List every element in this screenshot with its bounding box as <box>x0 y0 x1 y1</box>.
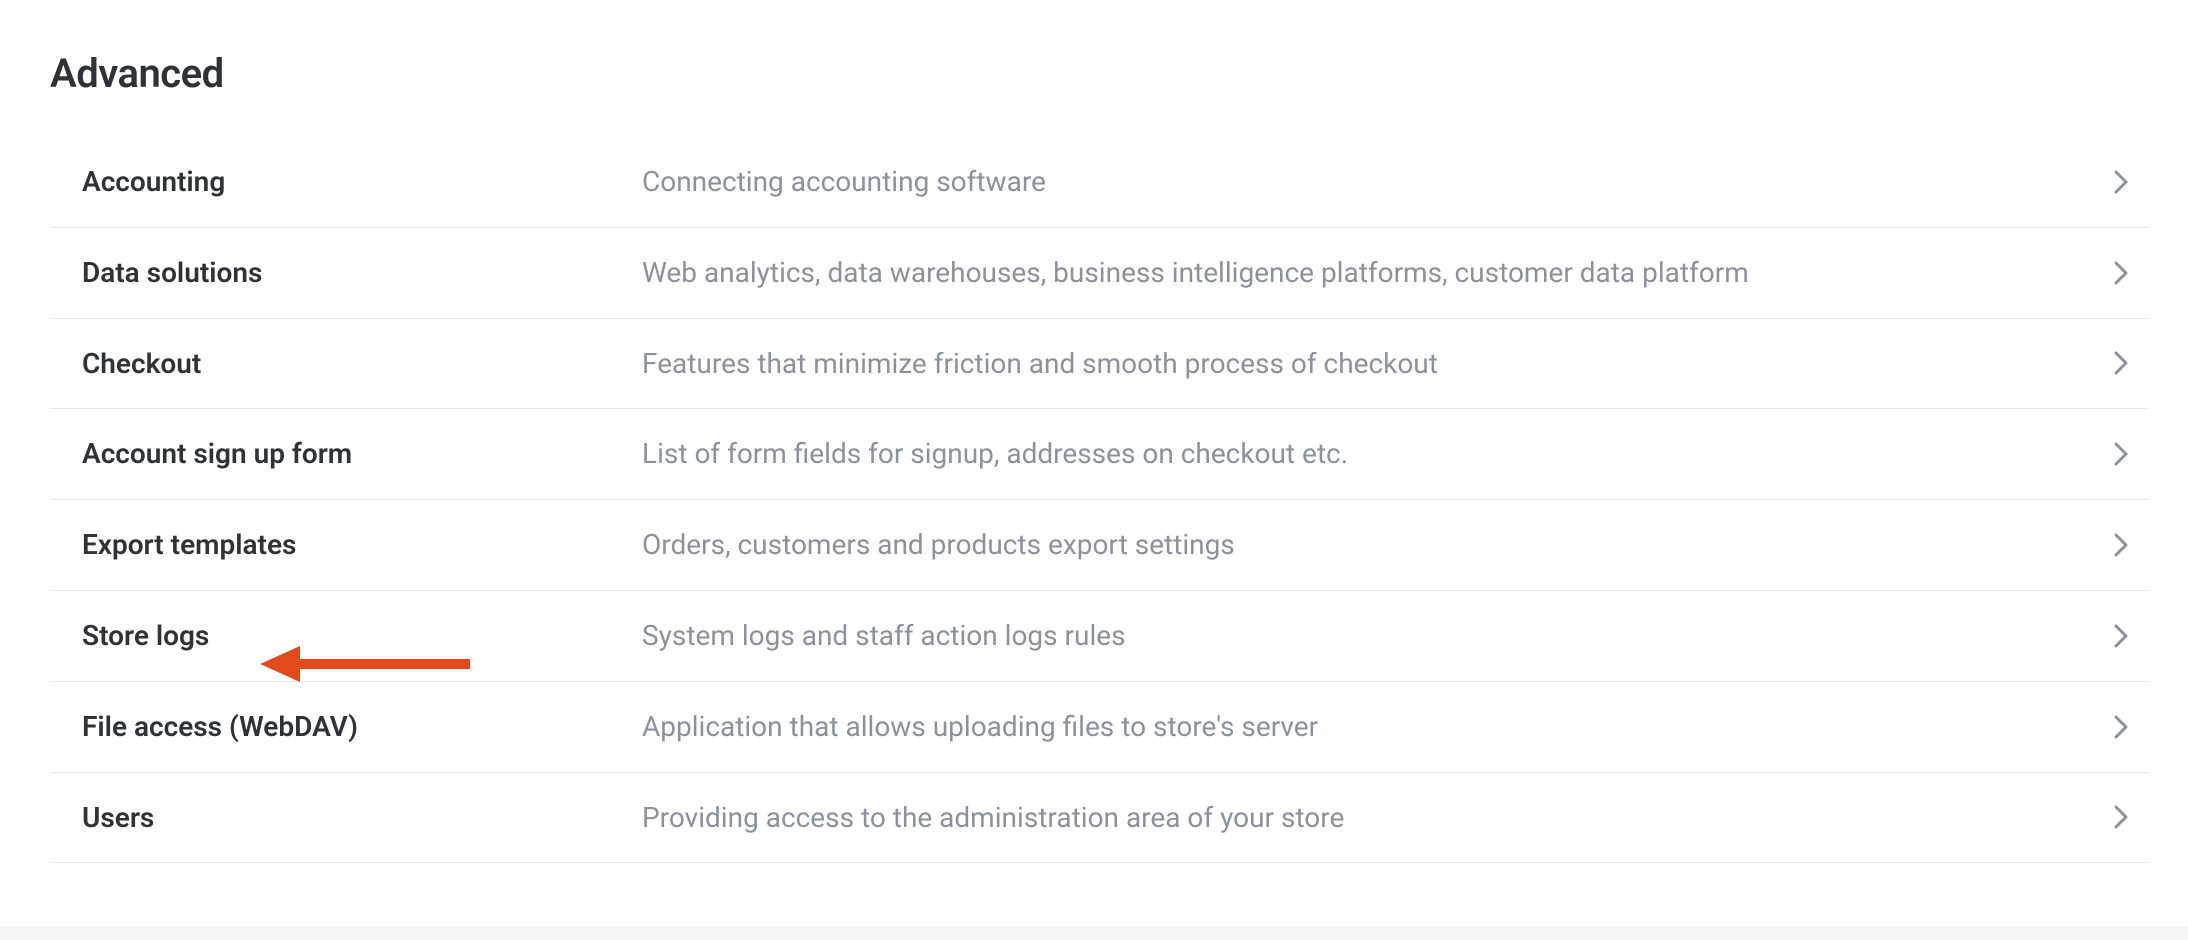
row-export-templates[interactable]: Export templates Orders, customers and p… <box>50 500 2148 591</box>
row-data-solutions[interactable]: Data solutions Web analytics, data wareh… <box>50 228 2148 319</box>
chevron-right-icon <box>2114 715 2148 739</box>
row-desc: Features that minimize friction and smoo… <box>642 345 2114 383</box>
row-label: Export templates <box>82 526 642 564</box>
chevron-right-icon <box>2114 261 2148 285</box>
chevron-right-icon <box>2114 805 2148 829</box>
row-desc: Web analytics, data warehouses, business… <box>642 254 2114 292</box>
row-label: Data solutions <box>82 254 642 292</box>
footer-bar <box>0 926 2188 940</box>
chevron-right-icon <box>2114 533 2148 557</box>
row-desc: Connecting accounting software <box>642 163 2114 201</box>
row-store-logs[interactable]: Store logs System logs and staff action … <box>50 591 2148 682</box>
chevron-right-icon <box>2114 170 2148 194</box>
row-label: Accounting <box>82 163 642 201</box>
row-desc: Application that allows uploading files … <box>642 708 2114 746</box>
row-accounting[interactable]: Accounting Connecting accounting softwar… <box>50 137 2148 228</box>
row-desc: Providing access to the administration a… <box>642 799 2114 837</box>
row-users[interactable]: Users Providing access to the administra… <box>50 773 2148 864</box>
row-desc: Orders, customers and products export se… <box>642 526 2114 564</box>
row-label: Checkout <box>82 345 642 383</box>
row-checkout[interactable]: Checkout Features that minimize friction… <box>50 319 2148 410</box>
row-label: Users <box>82 799 642 837</box>
chevron-right-icon <box>2114 442 2148 466</box>
row-desc: List of form fields for signup, addresse… <box>642 435 2114 473</box>
row-file-access-webdav[interactable]: File access (WebDAV) Application that al… <box>50 682 2148 773</box>
row-label: File access (WebDAV) <box>82 708 642 746</box>
row-desc: System logs and staff action logs rules <box>642 617 2114 655</box>
row-account-signup-form[interactable]: Account sign up form List of form fields… <box>50 409 2148 500</box>
chevron-right-icon <box>2114 351 2148 375</box>
settings-list: Accounting Connecting accounting softwar… <box>50 137 2148 863</box>
row-label: Account sign up form <box>82 435 642 473</box>
chevron-right-icon <box>2114 624 2148 648</box>
page-title: Advanced <box>50 50 2148 97</box>
row-label: Store logs <box>82 617 642 655</box>
